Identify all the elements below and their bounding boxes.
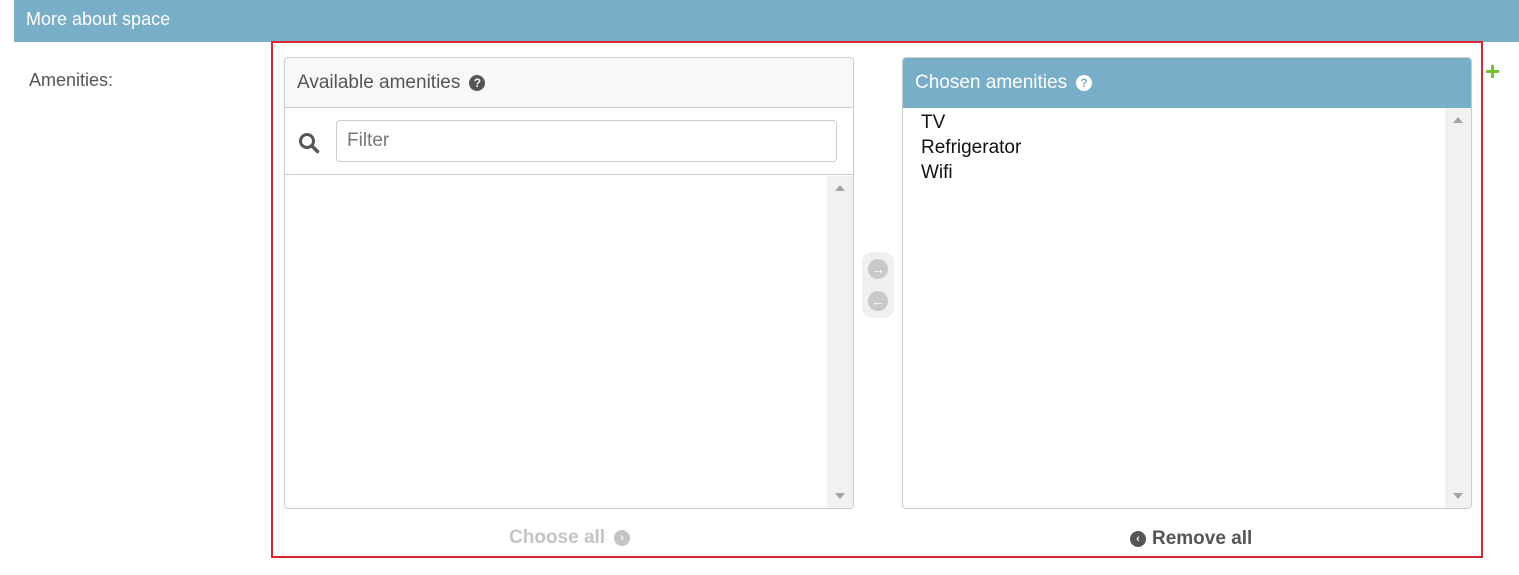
plus-icon[interactable]: + bbox=[1485, 58, 1501, 84]
chosen-scrollbar[interactable] bbox=[1445, 108, 1471, 508]
filter-input[interactable] bbox=[336, 120, 837, 162]
fieldset-header: More about space bbox=[14, 0, 1519, 42]
fieldset-title: More about space bbox=[26, 9, 171, 29]
chosen-amenities-list[interactable]: TV Refrigerator Wifi bbox=[903, 108, 1471, 508]
available-title-text: Available amenities bbox=[297, 71, 461, 93]
list-item[interactable]: Refrigerator bbox=[921, 135, 1471, 160]
chevron-right-circle-icon: › bbox=[614, 530, 631, 546]
choose-all-link[interactable]: Choose all › bbox=[509, 527, 631, 549]
chosen-title-text: Chosen amenities bbox=[915, 72, 1068, 93]
chosen-options[interactable]: TV Refrigerator Wifi bbox=[903, 108, 1471, 185]
help-icon[interactable]: ? bbox=[469, 74, 486, 91]
help-icon[interactable]: ? bbox=[1076, 75, 1093, 91]
list-item[interactable]: Wifi bbox=[921, 160, 1471, 185]
available-amenities-title: Available amenities ? bbox=[285, 58, 853, 108]
available-options[interactable] bbox=[285, 176, 853, 178]
available-amenities-box: Available amenities ? bbox=[284, 57, 854, 509]
available-scrollbar[interactable] bbox=[827, 176, 853, 508]
scroll-up-icon[interactable] bbox=[1453, 117, 1463, 123]
choose-all-text: Choose all bbox=[509, 527, 606, 548]
search-icon bbox=[299, 133, 320, 154]
chevron-left-circle-icon: ‹ bbox=[1130, 531, 1146, 547]
scroll-down-icon[interactable] bbox=[1453, 493, 1463, 499]
available-amenities-list[interactable] bbox=[285, 176, 853, 508]
scroll-up-icon[interactable] bbox=[835, 185, 845, 191]
remove-all-text: Remove all bbox=[1152, 528, 1253, 549]
list-item[interactable]: TV bbox=[921, 110, 1471, 135]
chosen-amenities-title: Chosen amenities ? bbox=[903, 58, 1471, 108]
filter-row bbox=[285, 108, 853, 175]
arrow-left-circle-icon[interactable]: ← bbox=[868, 291, 888, 311]
chosen-amenities-box: Chosen amenities ? TV Refrigerator Wifi bbox=[902, 57, 1472, 509]
remove-all-link[interactable]: ‹ Remove all bbox=[1130, 528, 1252, 550]
selector-chooser: → ← bbox=[862, 252, 894, 318]
scroll-down-icon[interactable] bbox=[835, 493, 845, 499]
amenities-label: Amenities: bbox=[29, 70, 114, 90]
arrow-right-circle-icon[interactable]: → bbox=[868, 259, 888, 279]
